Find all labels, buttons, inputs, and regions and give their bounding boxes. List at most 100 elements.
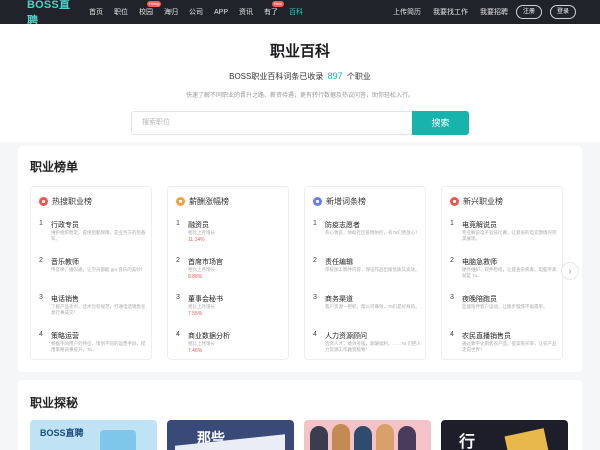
rank-number: 3 [313,294,317,301]
job-name: 夜晚陪跑员 [462,296,497,303]
growth-percent: 11.14% [188,237,205,243]
rank-column-header[interactable]: 新兴职业榜 [450,196,503,207]
job-desc: 硬件维护、软件检修，让能查杂病毒，电脑专家就是 Ta。 [462,267,557,278]
job-name: 电话销售 [51,296,79,303]
rank-number: 4 [39,331,43,338]
find-job-link[interactable]: 我要找工作 [433,7,468,17]
job-name: 首席市场官 [188,259,223,266]
rank-number: 4 [176,331,180,338]
sparkle-icon [450,197,459,206]
entry-count-prefix: BOSS职业百科词条已收录 [229,72,324,81]
trending-up-icon [176,197,185,206]
job-desc: 根据不同用户的特征，策划不同的运营手段，提用策略良事提升，Ta... [51,341,146,352]
nav-link-youle[interactable]: 有了 New [264,1,285,17]
explore-thumbnail[interactable]: 那些 [167,420,294,450]
entry-count-number: 897 [327,71,343,81]
nav-links: 首页 职位 校园 Hiring 海归 公司 APP 资讯 有了 New 百科 [89,0,314,24]
rank-number: 4 [450,331,454,338]
growth-label: 相比上月增长 [188,230,215,235]
rank-column-title: 新兴职业榜 [463,197,503,206]
nav-link-youle-label: 有了 [264,9,279,16]
growth-label: 相比上月增长 [188,267,215,272]
job-name: 行政专员 [51,222,79,229]
page-title: 职业百科 [269,43,330,60]
illustration [376,424,394,450]
rank-number: 1 [313,220,317,227]
explore-thumbnail[interactable]: BOSS直聘 [30,420,157,450]
youle-badge: New [272,1,285,7]
job-name: 人力资源顾问 [325,333,367,340]
nav-link-jobs[interactable]: 职位 [114,7,128,17]
rank-number: 1 [450,220,454,227]
growth-percent: 7.55% [188,311,203,317]
nav-link-news[interactable]: 资讯 [239,7,253,17]
rank-number: 3 [176,294,180,301]
job-desc: 客户资源一把抓，帮公司赚钱，Ta们是好样的。 [325,304,420,309]
register-button[interactable]: 注册 [515,5,542,19]
nav-link-campus-label: 校园 [139,9,153,16]
explore-title: 职业探秘 [30,396,79,410]
hero-description: 快速了解不同职业的晋升之路、薪资待遇，更有转行数据及热议问答，助你轻松入行。 [185,93,414,99]
thumbnail-text: BOSS直聘 [40,428,84,438]
rank-column-header[interactable]: 热搜职业榜 [39,196,92,207]
rank-number: 2 [313,257,317,264]
hero-section: 职业百科 BOSS职业百科词条已收录 897 个职业 快速了解不同职业的晋升之路… [0,24,600,142]
search-input[interactable]: 搜索职位 [131,111,413,135]
job-desc: 选贤人才，绩效考核，薪酬福利，……Ta 们把人力资源工作做到极致！ [325,341,422,352]
job-desc: 传音律，播沟通，让学员都能 get 音乐的美妙！ [51,267,146,272]
illustration [398,426,416,450]
job-desc: 了解产品卖点，话术包装规范，打通电话销售任意行事成交！ [51,304,146,315]
rank-number: 3 [39,294,43,301]
nav-link-company[interactable]: 公司 [189,7,203,17]
ranking-section: 职业榜单 热搜职业榜 1 行政专员 维护组织稳定，提供后勤保障，是业务方的后备军… [18,146,582,372]
explore-thumbnail[interactable]: 行 [441,420,568,450]
illustration [354,426,372,450]
entry-count-suffix: 个职业 [346,72,371,81]
growth-label: 相比上月增长 [188,341,215,346]
upload-resume-link[interactable]: 上传简历 [393,7,421,17]
illustration [100,430,136,450]
search-button[interactable]: 搜索 [412,111,469,135]
job-name: 防疫志愿者 [325,222,360,229]
rank-column-salary: 薪酬涨幅榜 1 融资员 相比上月增长 11.14% 2 首席市场官 相比上月增长… [167,186,289,360]
explore-thumbnail[interactable] [304,420,431,450]
nav-link-campus[interactable]: 校园 Hiring [139,1,162,17]
rank-column-new: 新增词条榜 1 防疫志愿者 热心善良，协助社区疫情防控，有Ta们更放心！ 2 责… [304,186,426,360]
nav-right: 上传简历 我要找工作 我要招聘 注册 登录 [381,0,576,24]
nav-link-overseas[interactable]: 海归 [164,7,178,17]
rank-column-header[interactable]: 新增词条榜 [313,196,366,207]
job-name: 商业数据分析 [188,333,230,340]
rank-column-emerging: 新兴职业榜 1 电竞解说员 专业解说电子竞技比赛，让紧张的电竞激情的完美展现。 … [441,186,563,360]
job-name: 农民直播销售员 [462,333,511,340]
growth-percent: 7.46% [188,348,203,354]
nav-link-home[interactable]: 首页 [89,7,103,17]
illustration [310,426,328,450]
rank-number: 2 [176,257,180,264]
job-desc: 专业解说电子竞技比赛，让紧张的电竞激情的完美展现。 [462,230,557,241]
nav-link-wiki[interactable]: 百科 [289,7,303,17]
plus-icon [313,197,322,206]
login-button[interactable]: 登录 [549,5,576,19]
job-name: 电竞解说员 [462,222,497,229]
rank-column-title: 新增词条榜 [326,197,366,206]
rank-column-header[interactable]: 薪酬涨幅榜 [176,196,229,207]
rank-column-hot: 热搜职业榜 1 行政专员 维护组织稳定，提供后勤保障，是业务方的后备军。 2 音… [30,186,152,360]
recruit-link[interactable]: 我要招聘 [480,7,508,17]
thumbnail-text: 行 [459,434,476,450]
chevron-right-icon[interactable]: › [561,262,579,280]
job-name: 董事会秘书 [188,296,223,303]
nav-link-app[interactable]: APP [214,9,228,16]
job-desc: 监督陪伴客户运动，让跑步锻炼不再孤单。 [462,304,548,309]
campus-badge: Hiring [147,1,162,7]
growth-percent: 8.88% [188,274,203,280]
rank-number: 4 [313,331,317,338]
job-name: 商务渠道 [325,296,353,303]
ranking-title: 职业榜单 [30,160,79,174]
job-name: 电脑急救师 [462,259,497,266]
rank-column-title: 热搜职业榜 [52,197,92,206]
rank-number: 2 [450,257,454,264]
illustration [175,434,285,450]
job-desc: 审核加工稿件内容，保证作品出版优质又高效。 [325,267,420,272]
job-name: 责任编辑 [325,259,353,266]
job-name: 策略运营 [51,333,79,340]
